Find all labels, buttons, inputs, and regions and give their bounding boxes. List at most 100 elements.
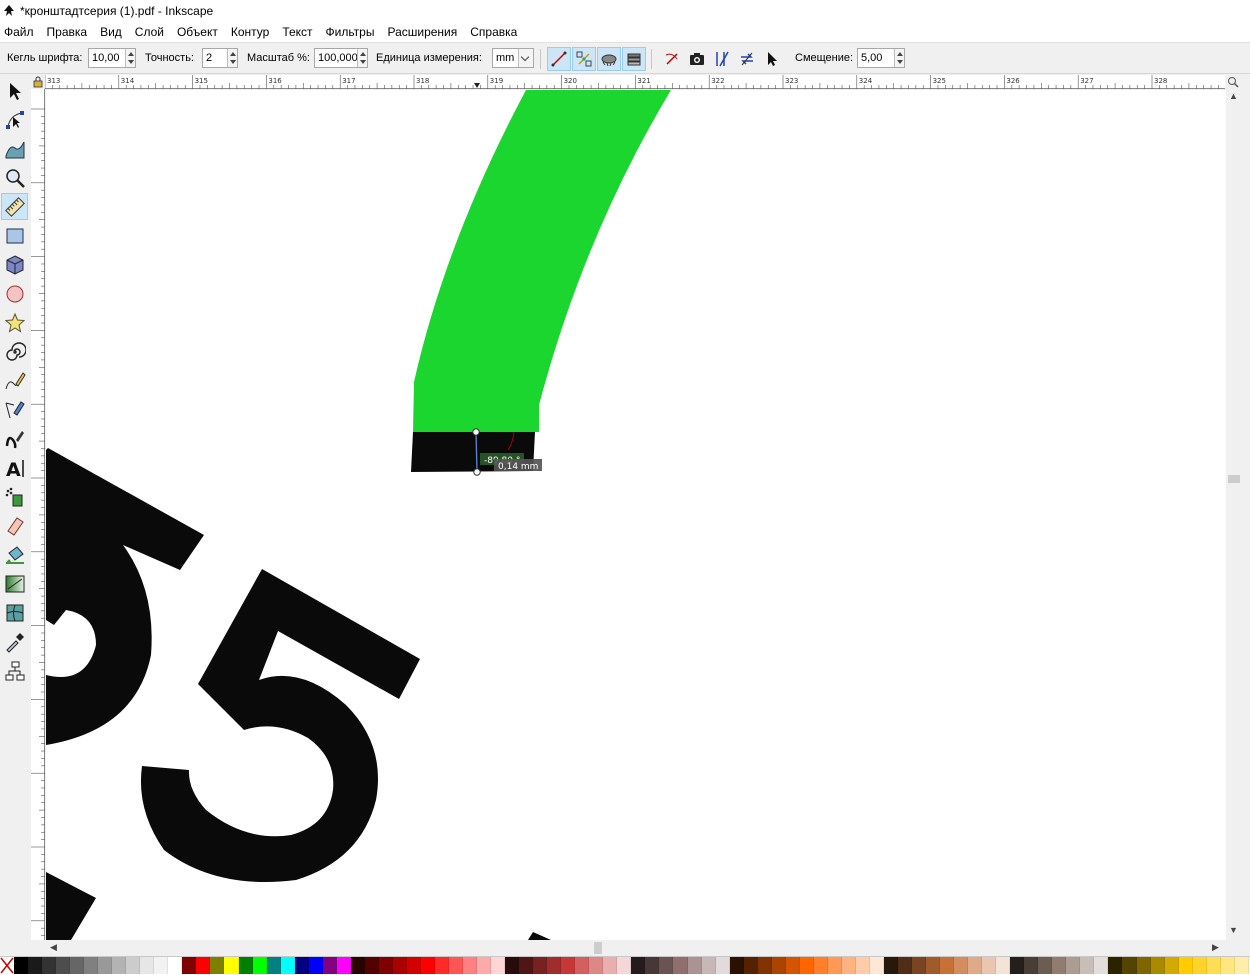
palette-swatch[interactable] [589,957,604,974]
tool-3dbox[interactable] [1,251,28,278]
green-path-shape[interactable] [413,90,671,432]
menu-help[interactable]: Справка [470,25,517,39]
show-hidden-toggle[interactable] [597,47,621,71]
palette-swatch[interactable] [1038,957,1053,974]
tool-pen[interactable] [1,396,28,423]
palette-swatch[interactable] [1052,957,1067,974]
palette-swatch[interactable] [883,957,898,974]
palette-swatch[interactable] [350,957,365,974]
precision-stepper[interactable] [227,49,237,67]
palette-swatch[interactable] [1150,957,1165,974]
palette-swatch[interactable] [603,957,618,974]
palette-swatch[interactable] [968,957,983,974]
scale-spinbox[interactable]: 100,000 [314,48,368,68]
palette-swatch[interactable] [771,957,786,974]
palette-swatch[interactable] [505,957,520,974]
digit-five-shape[interactable] [140,569,421,882]
font-size-spinbox[interactable]: 10,00 [88,48,136,68]
menu-layer[interactable]: Слой [135,25,164,39]
palette-swatch[interactable] [1024,957,1039,974]
palette-swatch[interactable] [477,957,492,974]
tool-node[interactable] [1,106,28,133]
menu-extensions[interactable]: Расширения [387,25,457,39]
palette-swatch[interactable] [701,957,716,974]
palette-swatch[interactable] [1010,957,1025,974]
palette-swatch[interactable] [1122,957,1137,974]
palette-swatch[interactable] [1094,957,1109,974]
tool-pencil[interactable] [1,367,28,394]
palette-swatch[interactable] [112,957,127,974]
tool-zoom[interactable] [1,164,28,191]
ignore-first-last-toggle[interactable] [547,47,571,71]
tool-mesh[interactable] [1,599,28,626]
palette-swatch[interactable] [364,957,379,974]
offset-spinbox[interactable]: 5,00 [857,48,905,68]
palette-swatch[interactable] [799,957,814,974]
palette-swatch[interactable] [294,957,309,974]
all-layers-toggle[interactable] [622,47,646,71]
palette-swatch[interactable] [631,957,646,974]
palette-swatch[interactable] [743,957,758,974]
palette-swatch[interactable] [1136,957,1151,974]
palette-swatch[interactable] [70,957,85,974]
palette-swatch[interactable] [154,957,169,974]
palette-swatch[interactable] [28,957,43,974]
palette-swatch[interactable] [547,957,562,974]
tool-ellipse[interactable] [1,280,28,307]
horizontal-ruler[interactable]: 313 314 315 316 317 318 319 320 321 322 323 324 325 3… [44,75,1225,89]
menu-view[interactable]: Вид [100,25,122,39]
palette-swatch[interactable] [575,957,590,974]
palette-swatch[interactable] [757,957,772,974]
palette-swatch[interactable] [1080,957,1095,974]
palette-swatch[interactable] [855,957,870,974]
tool-paint-bucket[interactable] [1,541,28,568]
tool-dropper[interactable] [1,628,28,655]
palette-swatch[interactable] [252,957,267,974]
palette-swatch[interactable] [84,957,99,974]
menu-file[interactable]: Файл [4,25,34,39]
palette-swatch[interactable] [140,957,155,974]
digit-three-shape[interactable] [46,448,204,745]
palette-swatch[interactable] [926,957,941,974]
palette-swatch[interactable] [645,957,660,974]
chevron-down-icon[interactable] [518,49,533,67]
menu-path[interactable]: Контур [231,25,269,39]
palette-swatch[interactable] [659,957,674,974]
mark-dimension-button[interactable] [760,47,784,71]
palette-swatch[interactable] [940,957,955,974]
phantom-measure-button[interactable] [685,47,709,71]
measure-start-handle[interactable] [472,428,480,436]
vertical-scrollbar[interactable]: ▲ ▼ [1226,75,1240,940]
palette-swatch[interactable] [392,957,407,974]
palette-swatch[interactable] [1178,957,1193,974]
palette-swatch[interactable] [1192,957,1207,974]
vertical-ruler[interactable] [31,89,45,940]
menu-edit[interactable]: Правка [47,25,88,39]
palette-swatch[interactable] [210,957,225,974]
measure-end-handle[interactable] [473,468,481,476]
unit-select[interactable]: mm [492,48,534,68]
horizontal-scroll-thumb[interactable] [594,942,602,954]
menu-object[interactable]: Объект [177,25,218,39]
scroll-up-arrow-icon[interactable]: ▲ [1229,91,1238,101]
palette-swatch[interactable] [687,957,702,974]
palette-swatch[interactable] [280,957,295,974]
palette-swatch[interactable] [841,957,856,974]
palette-swatch[interactable] [1066,957,1081,974]
tool-tweak[interactable] [1,135,28,162]
palette-swatch[interactable] [561,957,576,974]
lock-guides-icon[interactable] [31,75,45,89]
tool-text[interactable]: A [1,454,28,481]
palette-swatch[interactable] [533,957,548,974]
tool-star[interactable] [1,309,28,336]
tool-selector[interactable] [1,77,28,104]
palette-swatch[interactable] [982,957,997,974]
palette-swatch[interactable] [182,957,197,974]
palette-swatch[interactable] [869,957,884,974]
scroll-left-arrow-icon[interactable]: ◀ [50,942,57,953]
palette-swatch[interactable] [813,957,828,974]
scale-stepper[interactable] [357,49,367,67]
palette-swatch[interactable] [434,957,449,974]
tool-spiral[interactable] [1,338,28,365]
font-size-stepper[interactable] [125,49,135,67]
